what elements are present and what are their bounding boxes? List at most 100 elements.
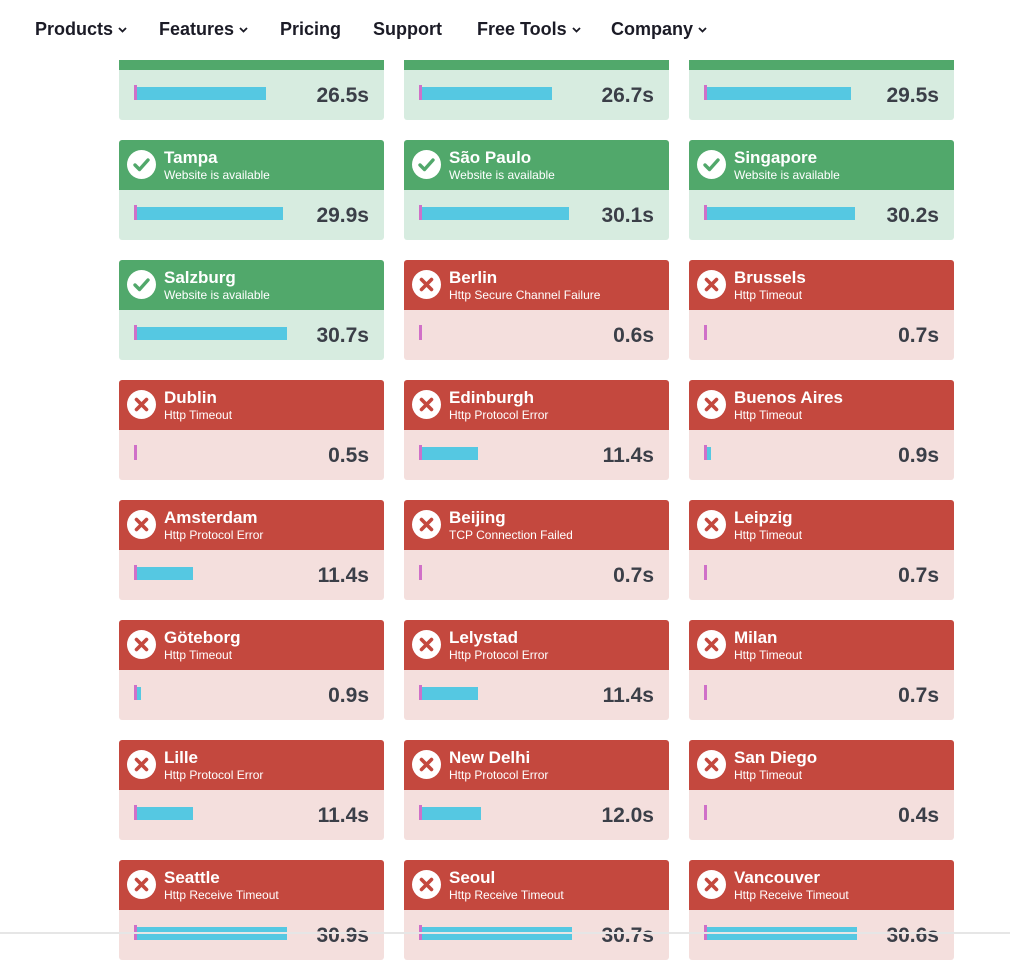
location-name: Edinburgh (449, 388, 534, 407)
card-timing: 0.6s (404, 310, 669, 360)
location-name: Leipzig (734, 508, 793, 527)
location-name: Göteborg (164, 628, 241, 647)
card-header: New Delhi Http Protocol Error (404, 740, 669, 790)
nav-features[interactable]: Features (159, 19, 248, 40)
location-card: Seoul Http Receive Timeout 30.7s (404, 860, 669, 960)
card-timing: 0.4s (689, 790, 954, 840)
location-name: Amsterdam (164, 508, 258, 527)
card-timing: 30.1s (404, 190, 669, 240)
location-card: Vancouver Http Receive Timeout 30.6s (689, 860, 954, 960)
nav-free-tools[interactable]: Free Tools (477, 19, 581, 40)
status-message: Http Timeout (164, 648, 233, 662)
timing-marker (704, 685, 707, 700)
location-name: Lille (164, 748, 199, 767)
x-circle-icon (127, 510, 156, 539)
nav-label: Support (373, 19, 442, 39)
check-circle-icon (412, 150, 441, 179)
card-header: Edinburgh Http Protocol Error (404, 380, 669, 430)
response-time: 30.9s (316, 924, 369, 947)
response-time: 30.1s (601, 204, 654, 227)
chevron-down-icon (118, 24, 127, 36)
status-message: Http Receive Timeout (734, 888, 849, 902)
location-name: Vancouver (734, 868, 820, 887)
response-time: 26.7s (601, 84, 654, 107)
card-timing: 30.7s (404, 910, 669, 960)
card-header: Lille Http Protocol Error (119, 740, 384, 790)
x-circle-icon (412, 630, 441, 659)
card-header: Tampa Website is available (119, 140, 384, 190)
nav-label: Pricing (280, 19, 342, 39)
nav-label: Features (159, 19, 235, 39)
response-time: 12.0s (601, 804, 654, 827)
location-card: Salzburg Website is available 30.7s (119, 260, 384, 360)
location-name: Brussels (734, 268, 806, 287)
card-timing: 30.7s (119, 310, 384, 360)
card-timing: 30.9s (119, 910, 384, 960)
location-card: Amsterdam Http Protocol Error 11.4s (119, 500, 384, 600)
response-time-bar (422, 807, 481, 820)
nav-company[interactable]: Company (611, 19, 707, 40)
location-card: Buenos Aires Http Timeout 0.9s (689, 380, 954, 480)
card-timing: 29.9s (119, 190, 384, 240)
response-time: 0.7s (898, 684, 939, 707)
card-timing: 0.5s (119, 430, 384, 480)
status-message: Http Protocol Error (164, 768, 264, 782)
location-card: Lille Http Protocol Error 11.4s (119, 740, 384, 840)
status-message: Http Timeout (734, 768, 803, 782)
response-time: 29.5s (886, 84, 939, 107)
nav-support[interactable]: Support (373, 19, 442, 40)
x-circle-icon (127, 630, 156, 659)
status-message: Http Timeout (734, 408, 803, 422)
card-timing: 12.0s (404, 790, 669, 840)
location-name: São Paulo (449, 148, 532, 167)
check-circle-icon (697, 150, 726, 179)
location-card: Göteborg Http Timeout 0.9s (119, 620, 384, 720)
x-circle-icon (127, 390, 156, 419)
card-header: Singapore Website is available (689, 140, 954, 190)
x-circle-icon (412, 270, 441, 299)
timing-marker (419, 325, 422, 340)
location-card: Brussels Http Timeout 0.7s (689, 260, 954, 360)
location-name: Beijing (449, 508, 506, 527)
response-time: 30.7s (601, 924, 654, 947)
location-name: Salzburg (164, 268, 236, 287)
x-circle-icon (412, 870, 441, 899)
location-card: Beijing TCP Connection Failed 0.7s (404, 500, 669, 600)
location-name: Seattle (164, 868, 220, 887)
card-timing: 30.2s (689, 190, 954, 240)
status-message: Http Secure Channel Failure (449, 288, 601, 302)
status-message: Website is available (449, 168, 555, 182)
status-message: Http Protocol Error (449, 648, 549, 662)
location-results-grid: 26.5s 26.7s 29.5s Tampa Website is available… (0, 0, 1010, 960)
x-circle-icon (412, 390, 441, 419)
x-circle-icon (697, 750, 726, 779)
status-message: Http Protocol Error (164, 528, 264, 542)
card-header: Berlin Http Secure Channel Failure (404, 260, 669, 310)
nav-products[interactable]: Products (35, 19, 127, 40)
card-timing: 11.4s (404, 670, 669, 720)
status-message: Website is available (734, 168, 840, 182)
response-time: 0.5s (328, 444, 369, 467)
top-navigation: Products Features Pricing Support Free Tools… (0, 0, 1010, 60)
status-message: Http Receive Timeout (449, 888, 564, 902)
card-timing: 26.7s (404, 70, 669, 120)
location-card: Milan Http Timeout 0.7s (689, 620, 954, 720)
x-circle-icon (697, 510, 726, 539)
location-name: Dublin (164, 388, 217, 407)
x-circle-icon (412, 750, 441, 779)
nav-pricing[interactable]: Pricing (280, 19, 341, 40)
response-time-bar (137, 87, 266, 100)
x-circle-icon (127, 870, 156, 899)
timing-marker (704, 325, 707, 340)
status-message: Website is available (164, 168, 270, 182)
card-timing: 0.9s (119, 670, 384, 720)
location-name: Singapore (734, 148, 818, 167)
response-time-bar (707, 447, 711, 460)
response-time: 0.7s (898, 564, 939, 587)
timing-marker (419, 565, 422, 580)
card-timing: 26.5s (119, 70, 384, 120)
card-header: Seattle Http Receive Timeout (119, 860, 384, 910)
card-timing: 11.4s (404, 430, 669, 480)
timing-marker (134, 445, 137, 460)
location-name: Tampa (164, 148, 218, 167)
